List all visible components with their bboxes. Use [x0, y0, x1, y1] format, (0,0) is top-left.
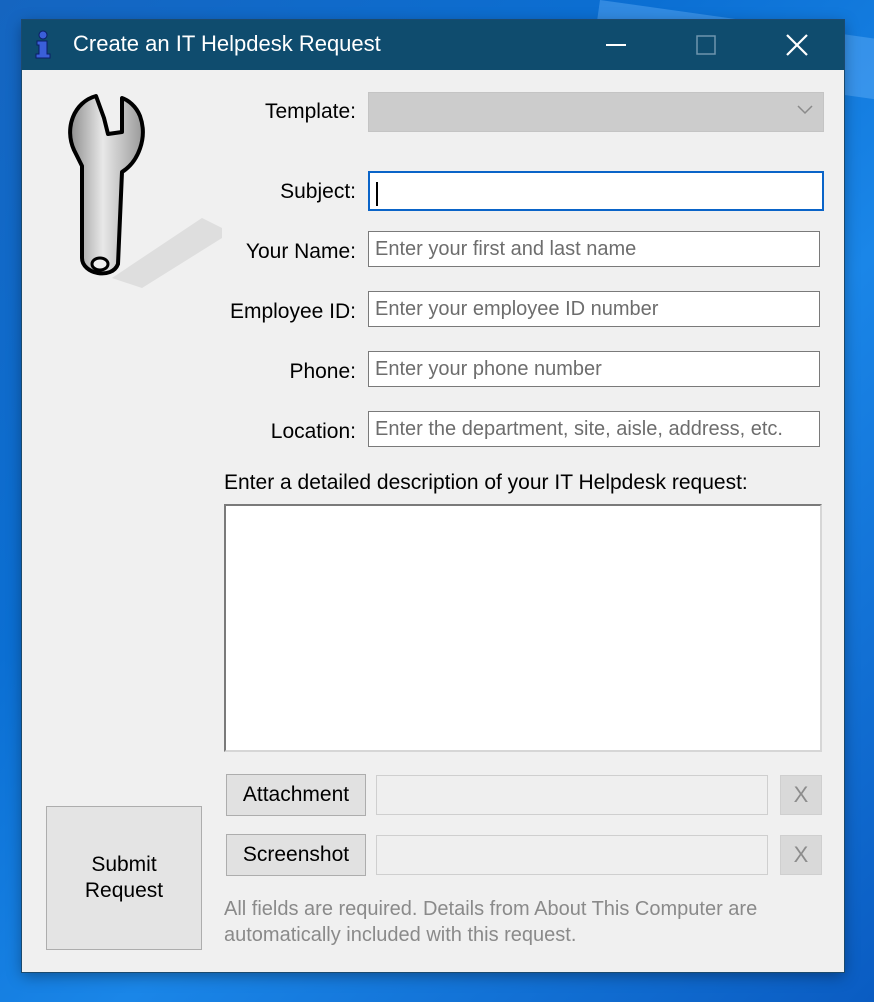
clear-attachment-button[interactable]: X [780, 775, 822, 815]
description-label: Enter a detailed description of your IT … [224, 471, 748, 494]
maximize-icon [696, 35, 716, 55]
location-label: Location: [270, 420, 356, 443]
info-person-icon [32, 30, 54, 60]
chevron-down-icon [797, 105, 813, 115]
screenshot-path-field [376, 835, 768, 875]
your-name-input[interactable] [368, 231, 820, 267]
screenshot-button[interactable]: Screenshot [226, 834, 366, 876]
minimize-button[interactable] [570, 20, 660, 70]
template-label: Template: [264, 100, 356, 123]
phone-input[interactable] [368, 351, 820, 387]
phone-label: Phone: [289, 360, 356, 383]
wrench-icon [68, 94, 222, 288]
location-input[interactable] [368, 411, 820, 447]
subject-input[interactable] [368, 171, 824, 211]
required-fields-note: All fields are required. Details from Ab… [224, 898, 758, 946]
attachment-path-field [376, 775, 768, 815]
maximize-button[interactable] [660, 20, 750, 70]
employee-id-input[interactable] [368, 291, 820, 327]
subject-label: Subject: [280, 180, 356, 203]
helpdesk-request-window: Create an IT Helpdesk Request Template: [22, 20, 844, 972]
attachment-button[interactable]: Attachment [226, 774, 366, 816]
text-caret [376, 182, 378, 206]
title-bar[interactable]: Create an IT Helpdesk Request [22, 20, 844, 70]
close-icon [786, 34, 808, 56]
minimize-icon [606, 44, 626, 46]
close-button[interactable] [752, 20, 842, 70]
clear-screenshot-button[interactable]: X [780, 835, 822, 875]
submit-request-button[interactable]: Submit Request [46, 806, 202, 950]
window-title: Create an IT Helpdesk Request [73, 31, 381, 56]
template-dropdown[interactable] [368, 92, 824, 132]
your-name-label: Your Name: [245, 240, 356, 263]
employee-id-label: Employee ID: [229, 300, 356, 323]
description-textarea[interactable] [224, 504, 822, 752]
